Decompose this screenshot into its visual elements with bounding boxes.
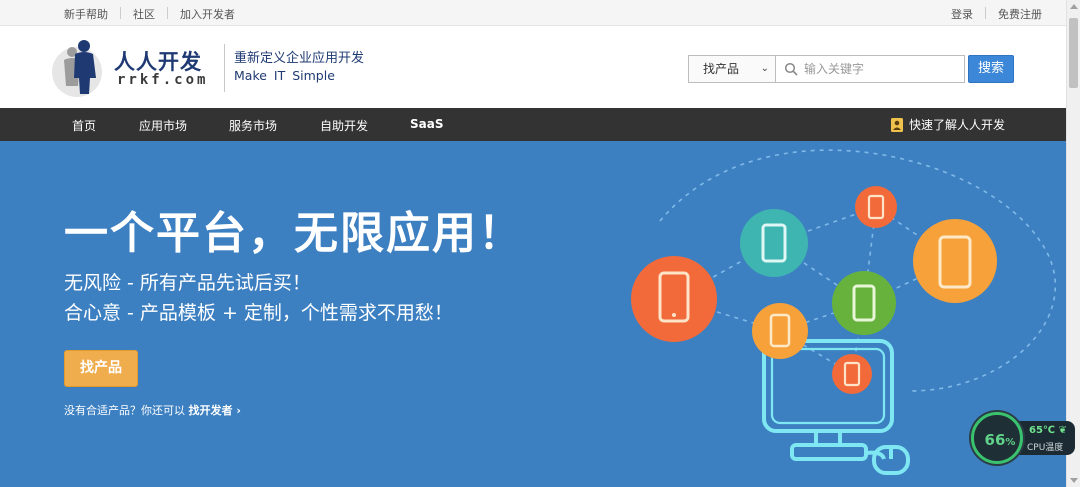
nav-item-self-develop[interactable]: 自助开发 bbox=[320, 117, 368, 134]
top-right-links: 登录 免费注册 bbox=[951, 6, 1042, 22]
search-box[interactable] bbox=[775, 55, 965, 83]
cpu-label: CPU温度 bbox=[1027, 443, 1064, 453]
scrollbar-thumb[interactable] bbox=[1069, 18, 1078, 88]
slogan-chinese: 重新定义企业应用开发 bbox=[234, 51, 365, 66]
person-badge-icon bbox=[890, 117, 903, 132]
cpu-temperature: 65℃ ❦ bbox=[1029, 425, 1067, 436]
divider bbox=[120, 7, 121, 19]
quick-intro-label: 快速了解人人开发 bbox=[908, 118, 1005, 132]
find-product-button[interactable]: 找产品 bbox=[64, 350, 138, 387]
divider bbox=[167, 7, 168, 19]
page: 新手帮助 社区 加入开发者 登录 免费注册 人人开发 rrkf.com 重新定义… bbox=[0, 0, 1080, 487]
join-developer-link[interactable]: 加入开发者 bbox=[180, 6, 235, 22]
logo-domain-text[interactable]: rrkf.com bbox=[117, 72, 208, 88]
login-link[interactable]: 登录 bbox=[951, 6, 973, 22]
search-icon bbox=[784, 62, 798, 76]
scroll-down-icon[interactable] bbox=[1070, 478, 1078, 483]
nav-item-service-market[interactable]: 服务市场 bbox=[229, 117, 277, 134]
find-developer-link[interactable]: 找开发者 › bbox=[189, 404, 241, 417]
nav-item-home[interactable]: 首页 bbox=[72, 117, 96, 134]
search-button[interactable]: 搜索 bbox=[968, 55, 1014, 83]
search-input[interactable] bbox=[804, 59, 959, 79]
register-link[interactable]: 免费注册 bbox=[998, 6, 1042, 22]
nav-item-saas[interactable]: SaaS bbox=[410, 117, 443, 131]
site-header: 人人开发 rrkf.com 重新定义企业应用开发 Make IT Simple … bbox=[0, 26, 1066, 108]
logo-divider bbox=[224, 44, 225, 92]
divider bbox=[985, 7, 986, 19]
hero-hint-text: 没有合适产品？你还可以 bbox=[64, 404, 185, 417]
chevron-down-icon: ⌄ bbox=[760, 63, 769, 74]
top-left-links: 新手帮助 社区 加入开发者 bbox=[64, 6, 235, 22]
community-link[interactable]: 社区 bbox=[133, 6, 155, 22]
help-link[interactable]: 新手帮助 bbox=[64, 6, 108, 22]
logo-people-icon[interactable] bbox=[50, 38, 104, 98]
hero-feature-line-1: 无风险 - 所有产品先试后买！ bbox=[64, 272, 311, 294]
hero-banner: 一个平台，无限应用！ 无风险 - 所有产品先试后买！ 合心意 - 产品模板 + … bbox=[0, 141, 1066, 487]
main-nav: 首页 应用市场 服务市场 自助开发 SaaS 快速了解人人开发 bbox=[0, 108, 1066, 141]
top-utility-bar: 新手帮助 社区 加入开发者 登录 免费注册 bbox=[0, 0, 1066, 26]
hero-feature-line-2: 合心意 - 产品模板 + 定制，个性需求不用愁！ bbox=[64, 302, 453, 324]
search-category-select[interactable]: 找产品 ⌄ bbox=[688, 55, 776, 83]
scroll-up-icon[interactable] bbox=[1070, 4, 1078, 9]
cpu-usage-gauge: 66% bbox=[971, 412, 1023, 464]
monitor-icon bbox=[762, 339, 910, 475]
slogan-english: Make IT Simple bbox=[234, 68, 335, 83]
hero-hint: 没有合适产品？你还可以 找开发者 › bbox=[64, 402, 241, 418]
quick-intro-link[interactable]: 快速了解人人开发 bbox=[890, 116, 1005, 133]
search-category-value: 找产品 bbox=[703, 62, 740, 76]
nav-item-app-market[interactable]: 应用市场 bbox=[139, 117, 187, 134]
cpu-monitor-widget[interactable]: 65℃ ❦ CPU温度 66% bbox=[971, 412, 1076, 464]
leaf-icon: ❦ bbox=[1058, 425, 1067, 436]
hero-title: 一个平台，无限应用！ bbox=[64, 208, 524, 259]
cpu-usage-percent: 66% bbox=[984, 431, 1016, 449]
